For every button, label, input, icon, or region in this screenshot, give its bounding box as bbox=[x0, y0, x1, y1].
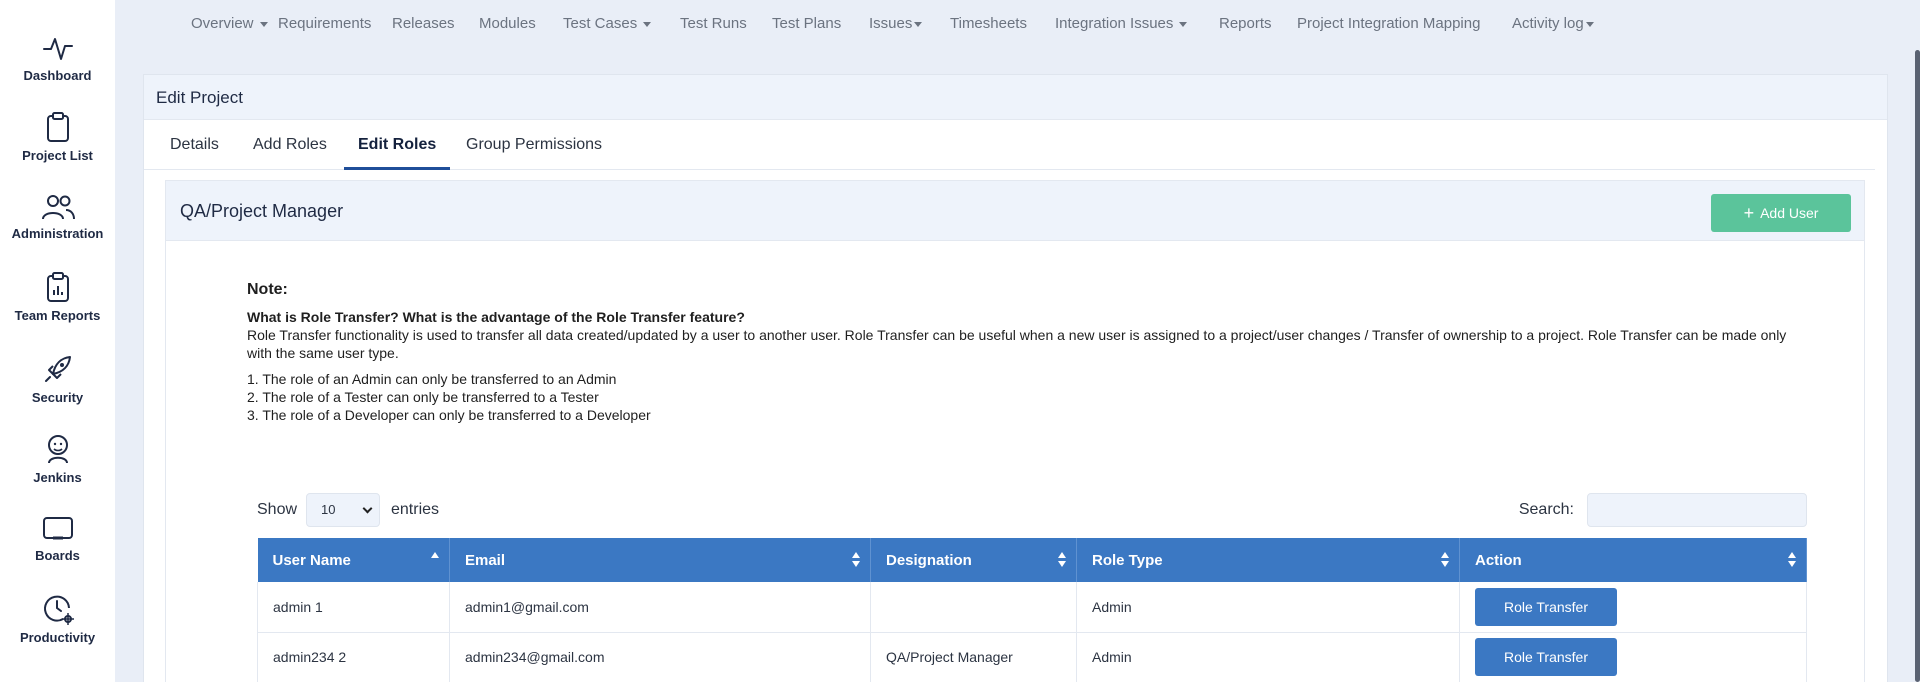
activity-icon bbox=[42, 38, 73, 60]
nav-overview[interactable]: Overview bbox=[191, 15, 268, 32]
board-icon bbox=[42, 517, 73, 540]
sort-icon bbox=[1788, 552, 1796, 568]
top-navigation: Overview Requirements Releases Modules T… bbox=[115, 0, 1920, 48]
tab-edit-roles[interactable]: Edit Roles bbox=[344, 120, 451, 170]
sidebar: Dashboard Project List Administration Te… bbox=[0, 0, 115, 682]
sidebar-item-label: Boards bbox=[35, 548, 80, 563]
sidebar-item-team-reports[interactable]: Team Reports bbox=[0, 270, 115, 323]
note-title: Note: bbox=[247, 281, 288, 298]
sort-icon bbox=[852, 552, 860, 568]
note-rule: 2. The role of a Tester can only be tran… bbox=[247, 389, 599, 405]
page-scrollbar[interactable] bbox=[1915, 50, 1920, 682]
column-header-role-type[interactable]: Role Type bbox=[1076, 538, 1460, 582]
users-icon bbox=[41, 195, 75, 220]
cell-role-type: Admin bbox=[1076, 582, 1460, 633]
cell-designation bbox=[870, 582, 1077, 633]
entries-select[interactable]: 10 bbox=[306, 493, 380, 527]
sidebar-item-dashboard[interactable]: Dashboard bbox=[0, 32, 115, 83]
column-header-email[interactable]: Email bbox=[449, 538, 871, 582]
nav-timesheets[interactable]: Timesheets bbox=[950, 15, 1027, 32]
show-label: Show bbox=[257, 501, 298, 518]
add-user-button[interactable]: + Add User bbox=[1711, 194, 1851, 232]
table-row: admin 1 admin1@gmail.com Admin Role Tran… bbox=[257, 582, 1807, 633]
note-rule: 1. The role of an Admin can only be tran… bbox=[247, 371, 617, 387]
sort-icon bbox=[1058, 552, 1066, 568]
page-title: Edit Project bbox=[144, 75, 1887, 120]
cell-user-name: admin234 2 bbox=[257, 632, 450, 682]
cell-user-name: admin 1 bbox=[257, 582, 450, 633]
column-header-designation[interactable]: Designation bbox=[870, 538, 1077, 582]
sort-asc-icon bbox=[431, 552, 439, 568]
sidebar-item-label: Security bbox=[31, 390, 84, 405]
role-transfer-button[interactable]: Role Transfer bbox=[1475, 587, 1617, 626]
nav-reports[interactable]: Reports bbox=[1219, 15, 1272, 32]
chevron-down-icon bbox=[914, 21, 923, 27]
chevron-down-icon bbox=[362, 503, 373, 514]
role-transfer-button[interactable]: Role Transfer bbox=[1475, 638, 1617, 676]
clipboard-icon bbox=[46, 112, 69, 142]
sidebar-item-label: Productivity bbox=[19, 630, 96, 645]
column-header-action[interactable]: Action bbox=[1459, 538, 1807, 582]
search-input[interactable] bbox=[1587, 493, 1807, 527]
nav-releases[interactable]: Releases bbox=[392, 15, 455, 32]
clock-gear-icon bbox=[43, 595, 74, 625]
nav-test-runs[interactable]: Test Runs bbox=[680, 15, 747, 32]
tab-details[interactable]: Details bbox=[156, 120, 233, 170]
rocket-icon bbox=[44, 356, 71, 382]
column-header-user-name[interactable]: User Name bbox=[257, 538, 450, 582]
nav-project-integration-mapping[interactable]: Project Integration Mapping bbox=[1297, 15, 1480, 32]
cell-role-type: Admin bbox=[1076, 632, 1460, 682]
sidebar-item-label: Team Reports bbox=[14, 308, 101, 323]
sidebar-item-administration[interactable]: Administration bbox=[0, 192, 115, 241]
sidebar-item-productivity[interactable]: Productivity bbox=[0, 592, 115, 645]
users-table: User Name Email Designation Role Type Ac… bbox=[257, 538, 1807, 682]
sidebar-item-boards[interactable]: Boards bbox=[0, 514, 115, 563]
tab-group-permissions[interactable]: Group Permissions bbox=[452, 120, 616, 170]
sort-icon bbox=[1441, 552, 1449, 568]
nav-activity-log[interactable]: Activity log bbox=[1512, 15, 1594, 32]
nav-modules[interactable]: Modules bbox=[479, 15, 536, 32]
role-panel-header: QA/Project Manager + Add User bbox=[166, 181, 1864, 241]
chevron-down-icon bbox=[643, 21, 652, 27]
cell-email: admin234@gmail.com bbox=[449, 632, 871, 682]
nav-integration-issues[interactable]: Integration Issues bbox=[1055, 15, 1188, 32]
table-controls: Show 10 entries Search: bbox=[257, 493, 1807, 527]
nav-test-cases[interactable]: Test Cases bbox=[563, 15, 652, 32]
chevron-down-icon bbox=[1585, 21, 1594, 27]
cell-action: Role Transfer bbox=[1459, 582, 1807, 633]
cell-action: Role Transfer bbox=[1459, 632, 1807, 682]
role-transfer-note: Note: What is Role Transfer? What is the… bbox=[247, 281, 1807, 424]
cell-designation: QA/Project Manager bbox=[870, 632, 1077, 682]
jenkins-icon bbox=[47, 435, 68, 464]
nav-test-plans[interactable]: Test Plans bbox=[772, 15, 841, 32]
chevron-down-icon bbox=[1179, 21, 1188, 27]
sidebar-item-label: Jenkins bbox=[33, 470, 82, 485]
chevron-down-icon bbox=[259, 21, 268, 27]
role-title: QA/Project Manager bbox=[180, 201, 344, 221]
sidebar-item-label: Project List bbox=[22, 148, 93, 163]
table-row: admin234 2 admin234@gmail.com QA/Project… bbox=[257, 632, 1807, 682]
edit-project-card: Edit Project Details Add Roles Edit Role… bbox=[143, 74, 1888, 682]
sidebar-item-jenkins[interactable]: Jenkins bbox=[0, 432, 115, 485]
note-rule: 3. The role of a Developer can only be t… bbox=[247, 407, 651, 423]
note-rules: 1. The role of an Admin can only be tran… bbox=[247, 370, 1807, 424]
report-icon bbox=[46, 272, 69, 302]
entries-label: entries bbox=[391, 501, 440, 518]
search-label: Search: bbox=[1518, 501, 1574, 518]
nav-requirements[interactable]: Requirements bbox=[278, 15, 371, 32]
sidebar-item-label: Administration bbox=[11, 226, 104, 241]
plus-icon: + bbox=[1743, 202, 1755, 223]
note-question: What is Role Transfer? What is the advan… bbox=[247, 309, 745, 325]
sidebar-item-security[interactable]: Security bbox=[0, 352, 115, 405]
sidebar-item-project-list[interactable]: Project List bbox=[0, 110, 115, 163]
add-user-label: Add User bbox=[1760, 204, 1819, 221]
tab-bar: Details Add Roles Edit Roles Group Permi… bbox=[144, 120, 1875, 170]
note-body: Role Transfer functionality is used to t… bbox=[247, 327, 1787, 361]
sidebar-item-label: Dashboard bbox=[23, 68, 92, 83]
tab-add-roles[interactable]: Add Roles bbox=[239, 120, 341, 170]
cell-email: admin1@gmail.com bbox=[449, 582, 871, 633]
role-panel: QA/Project Manager + Add User Note: What … bbox=[165, 180, 1865, 682]
entries-value: 10 bbox=[321, 502, 336, 517]
nav-issues[interactable]: Issues bbox=[869, 15, 923, 32]
